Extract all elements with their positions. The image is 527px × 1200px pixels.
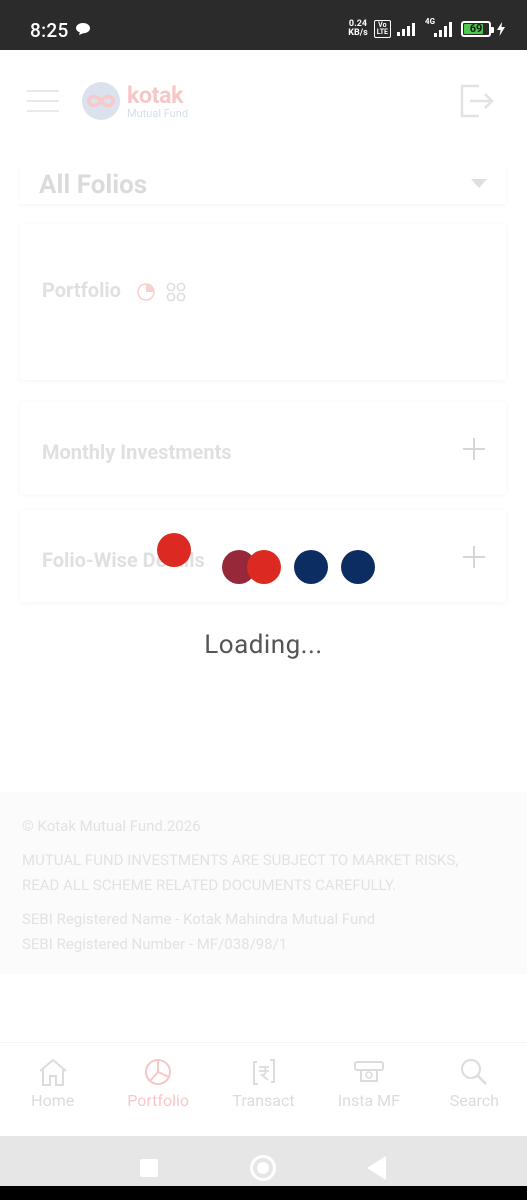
loading-overlay: Loading... (0, 50, 527, 1136)
signal-icon (397, 23, 415, 36)
system-nav-bar (0, 1136, 527, 1200)
loader-dot (157, 533, 191, 567)
home-button[interactable] (250, 1155, 276, 1181)
status-time: 8:25 (30, 19, 69, 42)
recents-button[interactable] (140, 1159, 158, 1177)
battery-icon: 69 (461, 21, 494, 37)
chat-bubble-icon (76, 23, 90, 35)
status-icons: 0.24 KB/s Vo LTE 4G 69 (348, 17, 505, 38)
loader-dot (341, 550, 375, 584)
loader-dot (294, 550, 328, 584)
network-speed: 0.24 KB/s (348, 19, 368, 38)
back-button[interactable] (367, 1156, 386, 1180)
loader-dot (247, 550, 281, 584)
screen: 8:25 0.24 KB/s Vo LTE 4G 69 kotak Mutual… (0, 0, 527, 1200)
volte-badge: Vo LTE (373, 20, 391, 38)
loading-text: Loading... (204, 630, 323, 660)
signal-4g-icon: 4G (425, 17, 455, 37)
status-bar: 8:25 0.24 KB/s Vo LTE 4G 69 (0, 0, 527, 50)
charging-icon (497, 22, 505, 36)
